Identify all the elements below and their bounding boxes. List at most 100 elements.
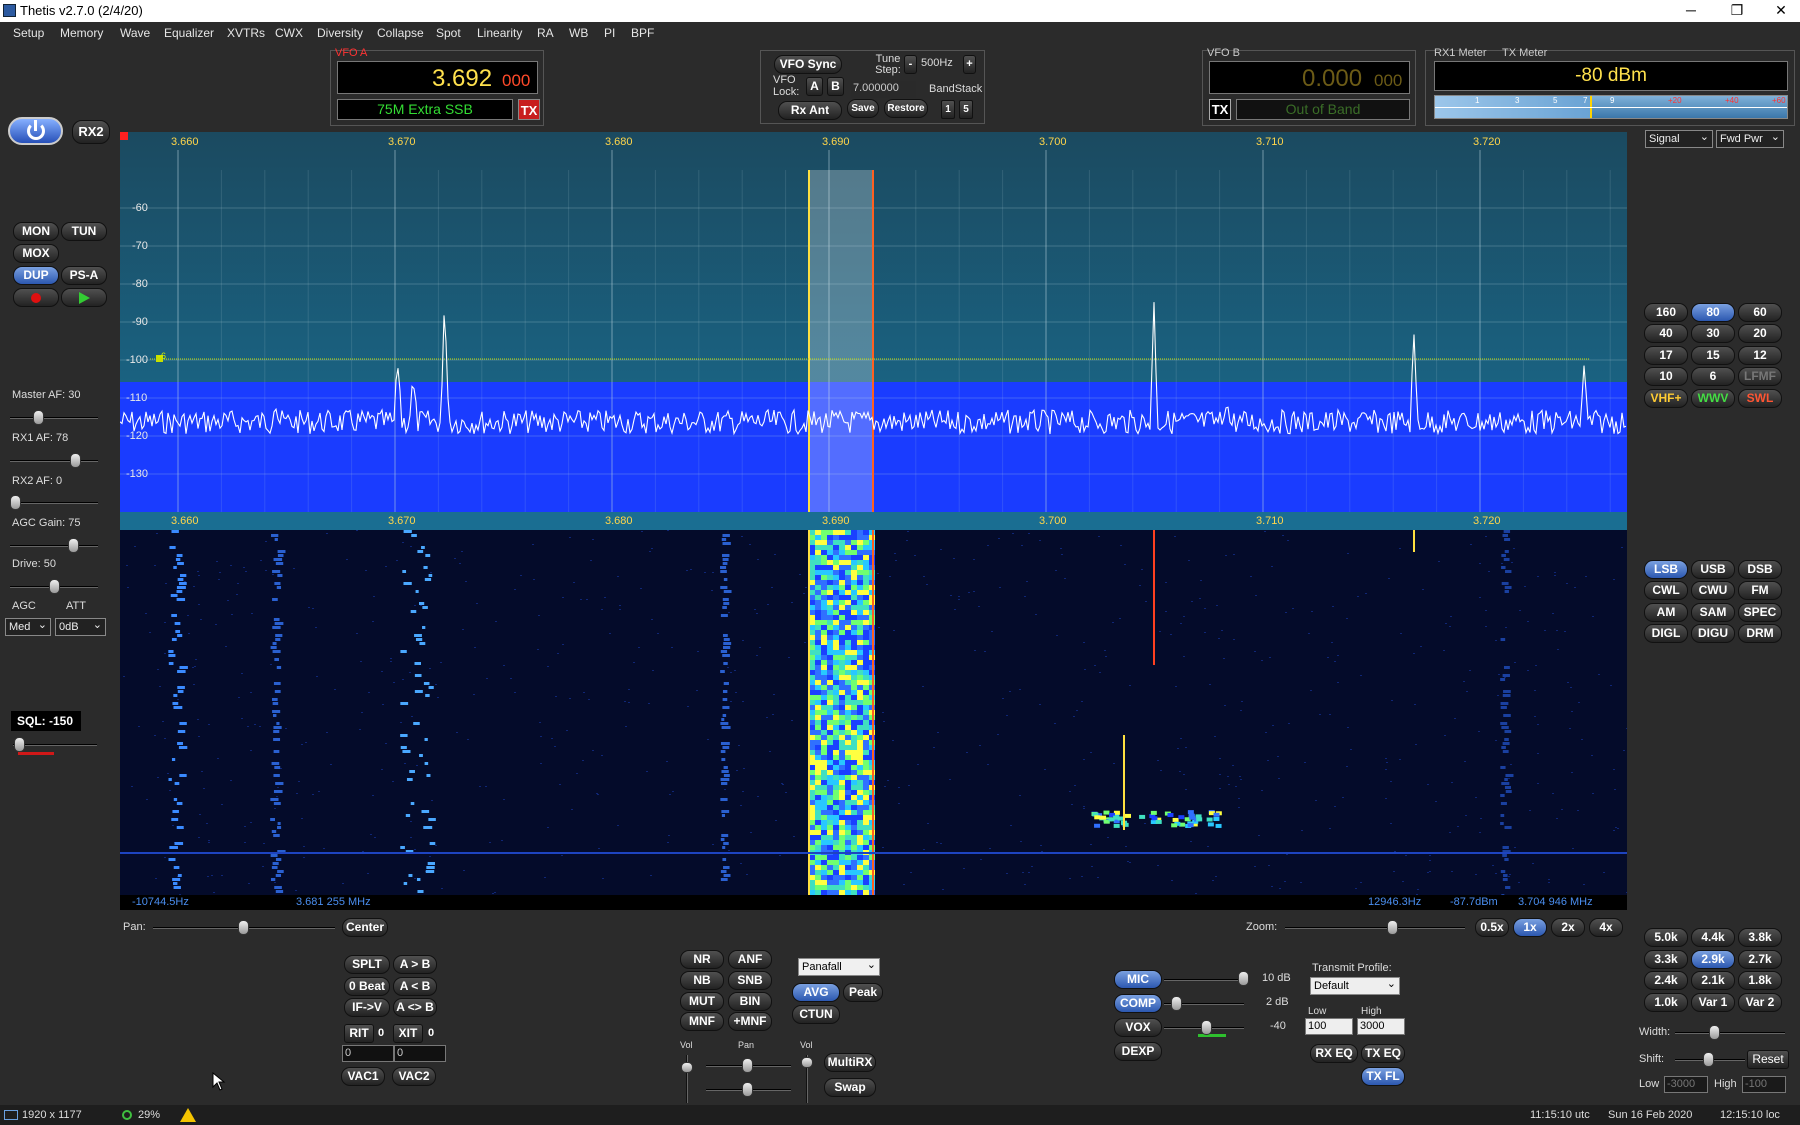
peak-button[interactable]: Peak xyxy=(843,983,883,1002)
mode-cwl[interactable]: CWL xyxy=(1644,581,1688,600)
zoom-4x[interactable]: 4x xyxy=(1589,918,1623,937)
filter-1-0k[interactable]: 1.0k xyxy=(1644,993,1688,1012)
band-wwv[interactable]: WWV xyxy=(1691,389,1735,408)
menu-wave[interactable]: Wave xyxy=(120,26,150,40)
zoom-slider[interactable] xyxy=(1387,920,1398,935)
tx-meter-select[interactable]: Fwd Pwr xyxy=(1716,129,1784,148)
rit-field[interactable]: 0 xyxy=(342,1045,394,1062)
multirx-button[interactable]: MultiRX xyxy=(824,1053,876,1072)
band-lfmf[interactable]: LFMF xyxy=(1738,367,1782,386)
filter-2-7k[interactable]: 2.7k xyxy=(1738,950,1782,969)
snb-button[interactable]: SNB xyxy=(728,971,772,990)
filter-1-8k[interactable]: 1.8k xyxy=(1738,971,1782,990)
band-40[interactable]: 40 xyxy=(1644,324,1688,343)
vfo-a-tx-button[interactable]: TX xyxy=(518,99,540,120)
comp-slider[interactable] xyxy=(1171,996,1182,1011)
dexp-button[interactable]: DEXP xyxy=(1114,1042,1162,1061)
mode-digu[interactable]: DIGU xyxy=(1691,624,1735,643)
tx-low-field[interactable]: 100 xyxy=(1305,1018,1353,1035)
split-button[interactable]: SPLT xyxy=(344,955,390,974)
play-button[interactable] xyxy=(61,288,107,307)
menu-cwx[interactable]: CWX xyxy=(275,26,303,40)
vox-button[interactable]: VOX xyxy=(1114,1018,1162,1037)
rx2-af-slider[interactable] xyxy=(10,495,21,510)
swap-button[interactable]: Swap xyxy=(824,1078,876,1097)
drive-slider[interactable] xyxy=(48,579,60,594)
plus-mnf-button[interactable]: +MNF xyxy=(728,1012,772,1031)
tun-button[interactable]: TUN xyxy=(61,222,107,241)
warning-icon[interactable] xyxy=(180,1108,196,1122)
band-vhf[interactable]: VHF+ xyxy=(1644,389,1688,408)
band-30[interactable]: 30 xyxy=(1691,324,1735,343)
xit-button[interactable]: XIT xyxy=(393,1024,423,1043)
ps-a-button[interactable]: PS-A xyxy=(61,266,107,285)
filter-2-9k[interactable]: 2.9k xyxy=(1691,950,1735,969)
mnf-button[interactable]: MNF xyxy=(680,1012,724,1031)
filter-reset-button[interactable]: Reset xyxy=(1747,1050,1789,1069)
menu-bpf[interactable]: BPF xyxy=(631,26,654,40)
filter-shift-slider[interactable] xyxy=(1703,1052,1714,1067)
avg-button[interactable]: AVG xyxy=(792,983,840,1002)
filter-high-field[interactable]: -100 xyxy=(1742,1076,1786,1093)
mode-usb[interactable]: USB xyxy=(1691,560,1735,579)
agc-gain-slider[interactable] xyxy=(67,538,79,553)
pan-ctrl-slider[interactable] xyxy=(742,1058,753,1073)
nb-button[interactable]: NB xyxy=(680,971,724,990)
close-button[interactable]: ✕ xyxy=(1758,0,1800,22)
rx-meter-select[interactable]: Signal xyxy=(1645,129,1713,148)
zoom-0-5x[interactable]: 0.5x xyxy=(1475,918,1509,937)
rx2-button[interactable]: RX2 xyxy=(72,120,110,144)
menu-ra[interactable]: RA xyxy=(537,26,554,40)
display-mode-select[interactable]: Panafall xyxy=(798,957,880,976)
mode-drm[interactable]: DRM xyxy=(1738,624,1782,643)
vac2-button[interactable]: VAC2 xyxy=(392,1067,436,1086)
menu-wb[interactable]: WB xyxy=(569,26,588,40)
vfo-lock-b[interactable]: B xyxy=(827,77,844,96)
agc-select[interactable]: Med xyxy=(5,617,51,636)
vol1-slider[interactable] xyxy=(681,1062,693,1073)
menu-pi[interactable]: PI xyxy=(604,26,615,40)
mode-sam[interactable]: SAM xyxy=(1691,603,1735,622)
xit-field[interactable]: 0 xyxy=(394,1045,446,1062)
filter-var2[interactable]: Var 2 xyxy=(1738,993,1782,1012)
minimize-button[interactable]: ─ xyxy=(1668,0,1714,22)
band-17[interactable]: 17 xyxy=(1644,346,1688,365)
sql-button[interactable]: SQL: -150 xyxy=(11,711,81,731)
vfo-lock-a[interactable]: A xyxy=(806,77,823,96)
mic-button[interactable]: MIC xyxy=(1114,970,1162,989)
menu-equalizer[interactable]: Equalizer xyxy=(164,26,214,40)
power-button[interactable] xyxy=(8,117,63,145)
tx-eq-button[interactable]: TX EQ xyxy=(1361,1044,1405,1063)
nr-button[interactable]: NR xyxy=(680,950,724,969)
band-160[interactable]: 160 xyxy=(1644,303,1688,322)
master-af-slider[interactable] xyxy=(33,410,45,425)
mode-dsb[interactable]: DSB xyxy=(1738,560,1782,579)
vfo-b-tx-button[interactable]: TX xyxy=(1209,99,1231,120)
vfo-a-display[interactable]: 3.692 000 xyxy=(337,61,538,94)
vol2-slider[interactable] xyxy=(801,1057,813,1068)
band-6[interactable]: 6 xyxy=(1691,367,1735,386)
zoom-1x[interactable]: 1x xyxy=(1513,918,1547,937)
mode-am[interactable]: AM xyxy=(1644,603,1688,622)
band-60[interactable]: 60 xyxy=(1738,303,1782,322)
filter-width-slider[interactable] xyxy=(1709,1025,1720,1040)
mode-spec[interactable]: SPEC xyxy=(1738,603,1782,622)
mode-digl[interactable]: DIGL xyxy=(1644,624,1688,643)
pan-slider[interactable] xyxy=(238,920,249,935)
rx-eq-button[interactable]: RX EQ xyxy=(1310,1044,1358,1063)
filter-low-field[interactable]: -3000 xyxy=(1664,1076,1708,1093)
menu-setup[interactable]: Setup xyxy=(13,26,44,40)
tx-high-field[interactable]: 3000 xyxy=(1357,1018,1405,1035)
rit-button[interactable]: RIT xyxy=(344,1024,374,1043)
vfo-b-display[interactable]: 0.000 000 xyxy=(1209,61,1410,94)
bandstack-restore-button[interactable]: Restore xyxy=(884,99,928,118)
if-to-v-button[interactable]: IF->V xyxy=(344,998,390,1017)
ctun-button[interactable]: CTUN xyxy=(792,1005,840,1024)
filter-3-8k[interactable]: 3.8k xyxy=(1738,928,1782,947)
mode-fm[interactable]: FM xyxy=(1738,581,1782,600)
a-swap-b-button[interactable]: A <> B xyxy=(393,998,437,1017)
sql-slider[interactable] xyxy=(14,737,25,752)
mode-cwu[interactable]: CWU xyxy=(1691,581,1735,600)
mode-lsb[interactable]: LSB xyxy=(1644,560,1688,579)
zero-beat-button[interactable]: 0 Beat xyxy=(344,977,390,996)
